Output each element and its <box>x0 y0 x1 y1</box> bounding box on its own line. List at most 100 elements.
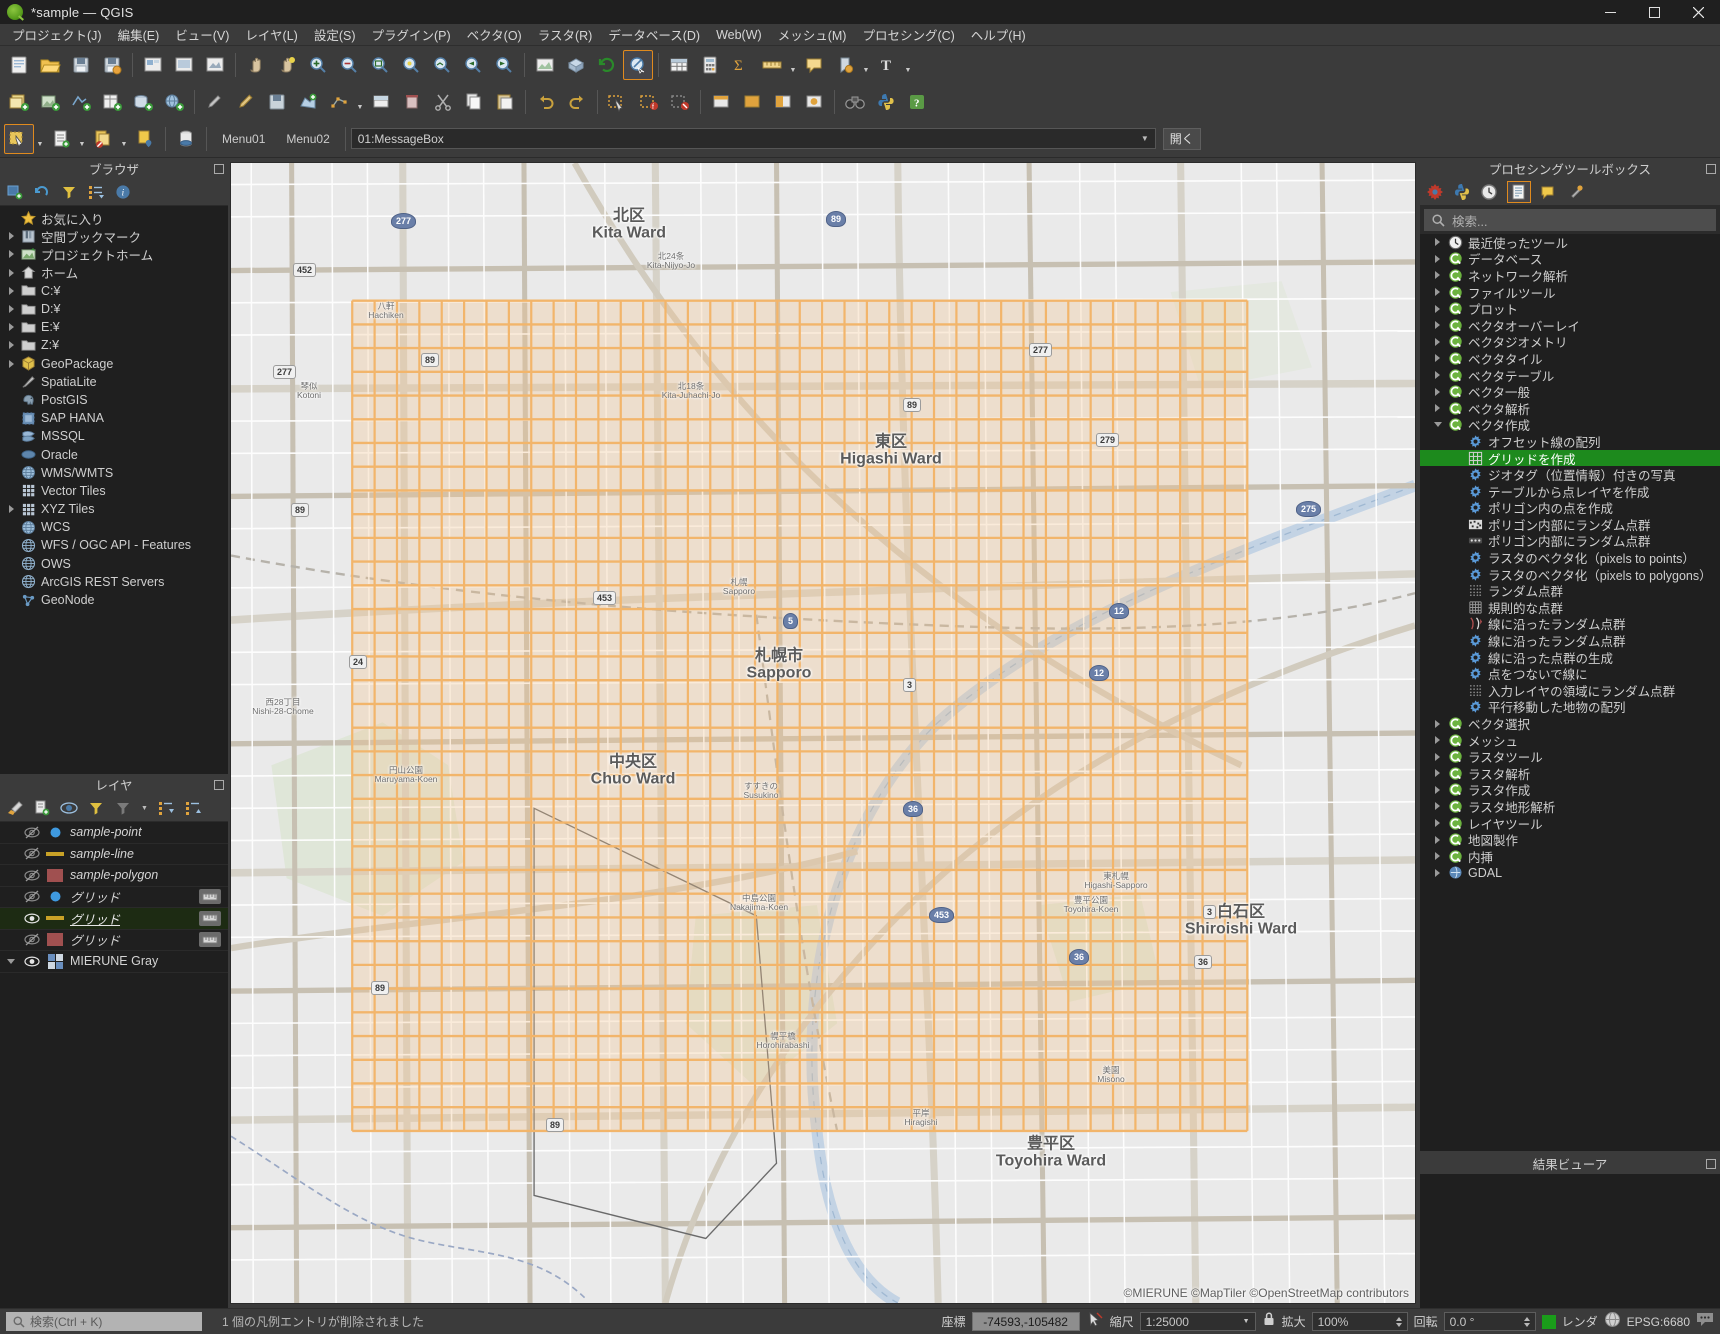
processing-item-8[interactable]: ベクタタイル <box>1420 350 1720 367</box>
coordinate-capture-icon[interactable] <box>1086 1310 1104 1333</box>
open-attribute-table-button[interactable] <box>664 50 694 80</box>
expand-all-icon[interactable] <box>157 799 175 817</box>
menu-item-5[interactable]: 設定(S) <box>306 23 364 46</box>
expand-arrow-icon[interactable] <box>1430 785 1445 794</box>
processing-item-10[interactable]: ベクタ一般 <box>1420 383 1720 400</box>
float-icon[interactable] <box>1706 1158 1716 1169</box>
vertex-tool-button[interactable] <box>324 87 354 117</box>
new-project-button[interactable] <box>4 50 34 80</box>
collapse-all-icon[interactable] <box>87 183 105 201</box>
layer-row[interactable]: グリッド <box>0 887 228 908</box>
layer-list[interactable]: sample-point sample-line sample-polygon グリッ… <box>0 822 228 1308</box>
toggle-editing-button[interactable] <box>231 87 261 117</box>
expand-arrow-icon[interactable] <box>4 323 18 332</box>
processing-item-15[interactable]: ジオタグ（位置情報）付きの写真 <box>1420 466 1720 483</box>
processing-item-35[interactable]: ラスタ地形解析 <box>1420 798 1720 815</box>
layer-visibility-checkbox[interactable] <box>22 826 42 839</box>
processing-item-28[interactable]: 入力レイヤの領域にランダム点群 <box>1420 682 1720 699</box>
minimize-icon[interactable] <box>1588 0 1632 24</box>
lock-icon[interactable] <box>1262 1311 1276 1332</box>
text-annotation-button[interactable]: T <box>872 50 902 80</box>
add-delimited-text-layer-button[interactable] <box>97 87 127 117</box>
options-icon[interactable] <box>1567 183 1585 201</box>
expand-arrow-icon[interactable] <box>1430 271 1445 280</box>
expand-arrow-icon[interactable] <box>4 958 18 964</box>
vertex-tool-dropdown-caret[interactable]: ▼ <box>355 87 365 117</box>
expand-arrow-icon[interactable] <box>1430 802 1445 811</box>
plugin-copy-dropdown-caret[interactable]: ▼ <box>119 124 129 154</box>
processing-item-17[interactable]: ポリゴン内の点を作成 <box>1420 500 1720 516</box>
layer-row[interactable]: MIERUNE Gray <box>0 951 228 973</box>
menu-item-3[interactable]: ビュー(V) <box>167 23 237 46</box>
binoculars-icon[interactable] <box>840 87 870 117</box>
processing-item-16[interactable]: テーブルから点レイヤを作成 <box>1420 483 1720 500</box>
browser-item-11[interactable]: PostGIS <box>0 391 228 409</box>
processing-item-36[interactable]: レイヤツール <box>1420 815 1720 832</box>
browser-item-8[interactable]: Z:¥ <box>0 336 228 354</box>
expand-arrow-icon[interactable] <box>1430 304 1445 313</box>
expand-arrow-icon[interactable] <box>4 232 18 241</box>
new-map-view-button[interactable] <box>530 50 560 80</box>
add-feature-button[interactable] <box>293 87 323 117</box>
show-layout-button[interactable] <box>200 50 230 80</box>
render-checkbox[interactable] <box>1541 1314 1556 1329</box>
plugin-select-tool-button[interactable] <box>4 123 34 154</box>
plugin-select-dropdown-caret[interactable]: ▼ <box>35 124 45 154</box>
expand-arrow-icon[interactable] <box>1430 752 1445 761</box>
manage-visibility-icon[interactable] <box>60 799 78 817</box>
refresh-map-button[interactable] <box>592 50 622 80</box>
zoom-to-layer-button[interactable] <box>427 50 457 80</box>
browser-item-10[interactable]: SpatiaLite <box>0 373 228 391</box>
processing-item-25[interactable]: 線に沿ったランダム点群 <box>1420 632 1720 649</box>
layer-visibility-checkbox[interactable] <box>22 869 42 882</box>
browser-item-2[interactable]: 空間ブックマーク <box>0 227 228 245</box>
deselect-features-button[interactable] <box>665 87 695 117</box>
coordinate-value[interactable]: -74593,-105482 <box>971 1312 1080 1331</box>
processing-item-18[interactable]: ポリゴン内部にランダム点群 <box>1420 516 1720 533</box>
browser-item-1[interactable]: お気に入り <box>0 209 228 227</box>
menu-item-11[interactable]: メッシュ(M) <box>770 23 855 46</box>
filter-selected-icon[interactable] <box>114 799 132 817</box>
processing-item-2[interactable]: データベース <box>1420 251 1720 267</box>
processing-item-33[interactable]: ラスタ解析 <box>1420 765 1720 782</box>
processing-item-26[interactable]: 線に沿った点群の生成 <box>1420 649 1720 666</box>
layer-visibility-checkbox[interactable] <box>22 933 42 946</box>
browser-item-15[interactable]: WMS/WMTS <box>0 464 228 482</box>
expand-arrow-icon[interactable] <box>1430 819 1445 828</box>
menu-item-13[interactable]: ヘルプ(H) <box>963 23 1034 46</box>
menu-item-10[interactable]: Web(W) <box>708 26 770 44</box>
processing-item-12[interactable]: ベクタ作成 <box>1420 417 1720 433</box>
add-layer-icon[interactable] <box>6 183 24 201</box>
zoom-next-button[interactable] <box>489 50 519 80</box>
processing-item-4[interactable]: ファイルツール <box>1420 284 1720 301</box>
spinner-arrows[interactable] <box>1514 1316 1530 1327</box>
browser-tree[interactable]: お気に入り 空間ブックマーク プロジェクトホーム ホーム C:¥ D:¥ E:¥ Z:¥ Geo… <box>0 206 228 774</box>
expand-arrow-icon[interactable] <box>4 286 18 295</box>
add-postgis-layer-button[interactable] <box>128 87 158 117</box>
processing-item-24[interactable]: 線に沿ったランダム点群 <box>1420 616 1720 632</box>
identify-features-button[interactable] <box>623 49 653 80</box>
expand-arrow-icon[interactable] <box>1430 835 1445 844</box>
filter-icon[interactable] <box>60 183 78 201</box>
processing-tree[interactable]: 最近使ったツール データベース ネットワーク解析 ファイルツール プロット ベクタオーバー… <box>1420 234 1720 1151</box>
menu-item-1[interactable]: プロジェクト(J) <box>4 23 110 46</box>
plugin-database-button[interactable] <box>171 124 201 154</box>
expand-arrow-icon[interactable] <box>1430 238 1445 247</box>
processing-item-11[interactable]: ベクタ解析 <box>1420 400 1720 417</box>
save-project-as-button[interactable] <box>97 50 127 80</box>
processing-item-27[interactable]: 点をつないで線に <box>1420 665 1720 682</box>
history-icon[interactable] <box>1480 183 1498 201</box>
python-script-icon[interactable] <box>1453 183 1471 201</box>
redo-button[interactable] <box>562 87 592 117</box>
help-button[interactable]: ? <box>902 87 932 117</box>
delete-selected-button[interactable] <box>397 87 427 117</box>
browser-item-16[interactable]: Vector Tiles <box>0 482 228 500</box>
maximize-icon[interactable] <box>1632 0 1676 24</box>
plugin-list-dropdown-caret[interactable]: ▼ <box>77 124 87 154</box>
map-tips-button[interactable] <box>799 50 829 80</box>
expand-arrow-icon[interactable] <box>1430 422 1445 428</box>
browser-item-6[interactable]: D:¥ <box>0 300 228 318</box>
pan-to-selection-button[interactable] <box>272 50 302 80</box>
layer-visibility-checkbox[interactable] <box>22 955 42 968</box>
browser-item-13[interactable]: MSSQL <box>0 427 228 445</box>
